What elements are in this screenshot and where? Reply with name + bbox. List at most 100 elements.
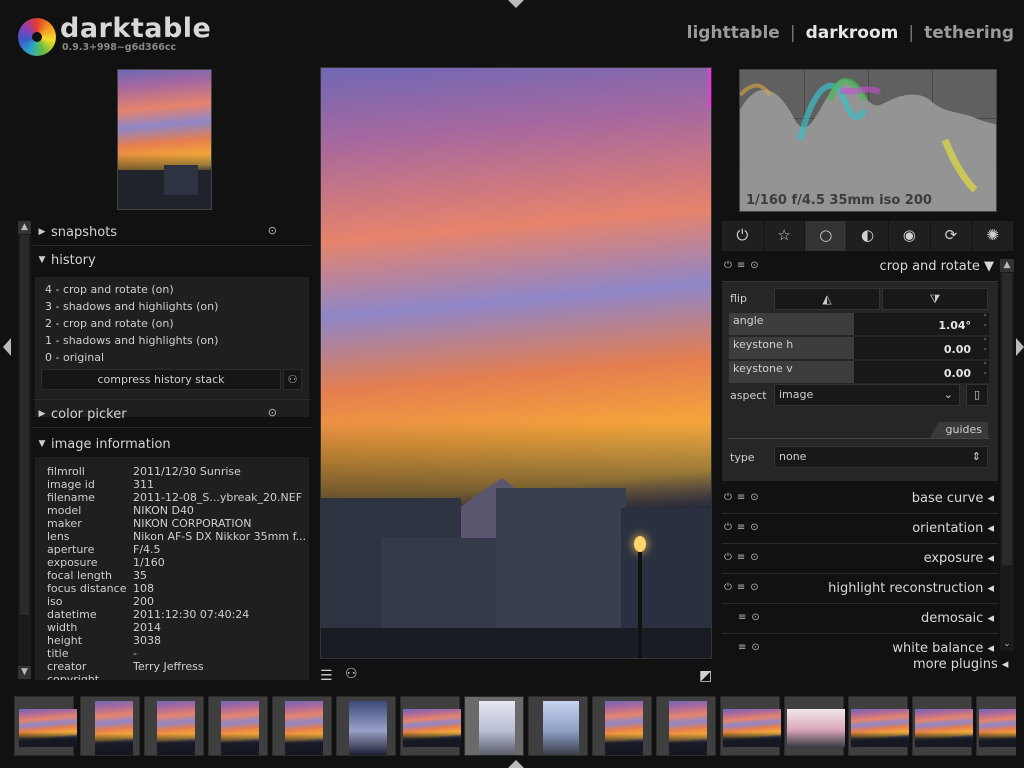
module-label: white balance ◂ [892,641,994,652]
history-style-icon[interactable]: ⚇ [283,369,302,390]
navigation-thumbnail[interactable] [117,69,212,210]
module-demosaic[interactable]: ≡⊙ demosaic ◂ [722,604,998,634]
module-controls-icons[interactable]: ≡⊙ [738,612,765,623]
history-header[interactable]: ▼ history [33,247,311,273]
view-lighttable[interactable]: lighttable [687,23,780,43]
more-plugins[interactable]: more plugins ◂ [913,657,1008,672]
filmstrip-thumbnail[interactable] [528,696,588,756]
filmstrip-thumbnail-selected[interactable] [464,696,524,756]
history-item[interactable]: 4 - crop and rotate (on) [45,283,174,296]
spin-arrows-icon[interactable]: ˄ ˅ [984,337,988,357]
flip-label: flip [730,292,747,305]
overexposed-toggle-icon[interactable]: ◩ [699,668,712,684]
reset-icon[interactable]: ⊙ [268,406,277,419]
scroll-down-icon[interactable]: ⌄ [1000,638,1014,651]
favorites-icon[interactable]: ☆ [763,221,806,251]
color-group-icon[interactable]: ◉ [888,221,931,251]
info-row: focal length 35 [47,569,147,582]
flip-horizontal-button[interactable]: ◭ [774,288,880,310]
aspect-orientation-button[interactable]: ▯ [966,384,988,406]
effect-group-icon[interactable]: ✺ [972,221,1015,251]
module-controls-icons[interactable]: ≡⊙ [738,642,765,652]
filmstrip-thumbnail[interactable] [272,696,332,756]
module-highlight-reconstruction[interactable]: ⏻≡⊙ highlight reconstruction ◂ [722,574,998,604]
filmstrip-thumbnail[interactable] [720,696,781,756]
flip-vertical-button[interactable]: ⧩ [882,288,988,310]
filmstrip-thumbnail[interactable] [80,696,140,756]
view-darkroom[interactable]: darkroom [806,23,899,43]
scroll-up-icon[interactable]: ▲ [18,221,31,234]
scroll-thumb[interactable] [20,235,29,615]
crop-and-rotate-header[interactable]: ⏻≡⊙ crop and rotate ▼ [722,252,998,282]
bottom-panel-toggle[interactable] [508,760,524,768]
angle-label: angle [733,314,764,327]
guides-type-select[interactable]: none ⇕ [774,446,988,468]
aspect-label: aspect [730,389,767,402]
info-row: width 2014 [47,621,161,634]
right-panel-toggle[interactable] [1016,338,1024,356]
filmstrip-thumbnail[interactable] [976,696,1016,756]
angle-slider[interactable]: angle 1.04° ˄ ˅ [729,313,989,335]
menu-icon[interactable]: ☰ [320,668,333,684]
left-panel-scrollbar[interactable]: ▲ ▼ [18,221,31,679]
divider [728,438,990,439]
keystone-h-slider[interactable]: keystone h 0.00 ˄ ˅ [729,337,989,359]
power-icon[interactable]: ⏻ [722,221,764,251]
spin-arrows-icon[interactable]: ˄ ˅ [984,313,988,333]
image-information-list: filmroll 2011/12/30 Sunrise image id 311 f… [35,457,309,680]
info-row: copyright [47,673,100,680]
type-value: none [779,450,807,463]
reset-icon[interactable]: ⊙ [268,224,277,237]
correct-group-icon[interactable]: ⟳ [930,221,973,251]
image-information-header[interactable]: ▼ image information [33,431,311,457]
module-controls-icons[interactable]: ⏻≡⊙ [724,260,764,271]
filmstrip-thumbnail[interactable] [592,696,652,756]
module-orientation[interactable]: ⏻≡⊙ orientation ◂ [722,514,998,544]
history-item[interactable]: 0 - original [45,351,104,364]
top-panel-toggle[interactable] [508,0,524,8]
view-tethering[interactable]: tethering [924,23,1014,43]
spin-arrows-icon[interactable]: ˄ ˅ [984,361,988,381]
filmstrip[interactable] [14,696,1016,758]
module-label: base curve ◂ [911,491,994,506]
filmstrip-thumbnail[interactable] [656,696,716,756]
filmstrip-thumbnail[interactable] [400,696,461,756]
filmstrip-thumbnail[interactable] [912,696,973,756]
histogram-exif: 1/160 f/4.5 35mm iso 200 [746,193,932,208]
aspect-select[interactable]: image ⌄ [774,384,960,406]
module-controls-icons[interactable]: ⏻≡⊙ [724,492,764,503]
module-base-curve[interactable]: ⏻≡⊙ base curve ◂ [722,484,998,514]
filmstrip-thumbnail[interactable] [14,696,77,756]
guides-tab[interactable]: guides [930,422,988,438]
history-item[interactable]: 1 - shadows and highlights (on) [45,334,218,347]
keystone-v-slider[interactable]: keystone v 0.00 ˄ ˅ [729,361,989,383]
left-panel-toggle[interactable] [3,338,11,356]
styles-icon[interactable]: ⚇ [345,666,358,682]
crop-edge-marker [708,68,711,108]
history-item[interactable]: 3 - shadows and highlights (on) [45,300,218,313]
basic-group-icon[interactable]: ○ [805,221,848,251]
scroll-down-icon[interactable]: ▼ [18,666,31,679]
module-exposure[interactable]: ⏻≡⊙ exposure ◂ [722,544,998,574]
snapshots-header[interactable]: ▶ snapshots ⊙ [33,219,311,245]
main-image-canvas[interactable] [320,67,712,659]
filmstrip-thumbnail[interactable] [784,696,845,756]
module-controls-icons[interactable]: ⏻≡⊙ [724,522,764,533]
keystone-h-value: 0.00 [943,343,971,356]
filmstrip-thumbnail[interactable] [336,696,396,756]
module-white-balance[interactable]: ≡⊙ white balance ◂ [722,634,998,652]
module-controls-icons[interactable]: ⏻≡⊙ [724,552,764,563]
filmstrip-thumbnail[interactable] [848,696,909,756]
filmstrip-thumbnail[interactable] [144,696,204,756]
module-controls-icons[interactable]: ⏻≡⊙ [724,582,764,593]
history-item[interactable]: 2 - crop and rotate (on) [45,317,174,330]
right-panel-scrollbar[interactable]: ▲ ⌄ [1000,259,1014,651]
tone-group-icon[interactable]: ◐ [847,221,889,251]
color-picker-header[interactable]: ▶ color picker ⊙ [33,401,311,427]
image-information-label: image information [51,436,171,452]
scroll-up-icon[interactable]: ▲ [1000,259,1014,272]
compress-history-button[interactable]: compress history stack [41,369,281,390]
histogram[interactable]: 1/160 f/4.5 35mm iso 200 [739,69,997,212]
scroll-thumb[interactable] [1002,273,1012,565]
filmstrip-thumbnail[interactable] [208,696,268,756]
